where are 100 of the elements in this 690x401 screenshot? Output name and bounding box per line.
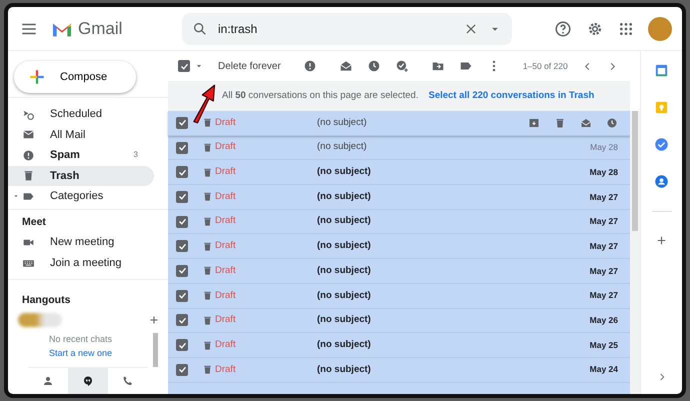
row-checkbox[interactable] — [176, 190, 188, 203]
sender-name: Draft — [215, 362, 237, 377]
trash-icon — [202, 265, 213, 276]
select-all-link[interactable]: Select all 220 conversations in Trash — [428, 88, 594, 104]
row-checkbox[interactable] — [176, 166, 188, 178]
check-icon — [178, 192, 186, 202]
row-checkbox[interactable] — [176, 339, 188, 352]
message-row[interactable]: Draft (no subject) May 26 — [168, 308, 630, 334]
start-chat-link[interactable]: Start a new one — [48, 348, 112, 358]
calendar-icon[interactable] — [654, 63, 669, 78]
row-checkbox[interactable] — [176, 314, 188, 326]
open-envelope-icon[interactable] — [338, 59, 353, 73]
message-row[interactable]: Draft (no subject) May 27 — [168, 185, 630, 210]
checkmark-circle-icon[interactable] — [654, 137, 669, 152]
sidebar-item[interactable]: Scheduled — [8, 104, 154, 124]
trash-icon — [202, 364, 213, 376]
sidebar-item[interactable]: All Mail — [8, 124, 154, 145]
sidebar-item[interactable]: Trash — [8, 166, 154, 186]
trash-icon — [22, 169, 35, 182]
check-icon — [178, 168, 186, 177]
apps-grid-icon[interactable] — [618, 20, 634, 36]
row-checkbox[interactable] — [176, 364, 188, 376]
trash-icon — [202, 216, 213, 228]
row-checkbox[interactable] — [176, 290, 188, 302]
subject-text: (no subject) — [317, 214, 371, 228]
archive-icon[interactable] — [528, 116, 540, 129]
trash-icon — [202, 142, 213, 154]
message-row[interactable]: Draft (no subject) May 25 — [168, 333, 630, 358]
message-row[interactable]: Draft (no subject) May 27 — [168, 284, 630, 308]
date-text: May 28 — [590, 166, 618, 179]
message-row[interactable]: Draft (no subject) May 28 — [168, 136, 630, 160]
help-icon[interactable] — [554, 20, 572, 38]
section-heading: Meet — [21, 214, 47, 230]
section-heading: Hangouts — [21, 293, 72, 308]
empty-state-text: No recent chats — [48, 333, 114, 346]
trash-icon — [202, 290, 213, 302]
close-icon[interactable] — [464, 22, 478, 36]
check-icon — [178, 340, 186, 350]
phone-icon — [122, 375, 134, 387]
subject-text: (no subject) — [317, 190, 371, 204]
check-icon — [178, 143, 186, 152]
trash-icon — [202, 166, 213, 178]
open-envelope-icon[interactable] — [580, 116, 592, 129]
sidebar-item[interactable]: Categories — [8, 186, 154, 206]
message-row[interactable]: Draft (no subject) May 24 — [168, 358, 630, 383]
plus-icon[interactable] — [148, 314, 160, 326]
sender-name: Draft — [215, 190, 237, 204]
delete-forever-button[interactable]: Delete forever — [218, 58, 281, 74]
subject-text: (no subject) — [317, 288, 371, 303]
search-input[interactable]: in:trash — [218, 20, 454, 38]
message-row[interactable]: Draft (no subject) — [168, 111, 630, 136]
subject-text: (no subject) — [317, 239, 371, 254]
sender-name: Draft — [215, 116, 237, 130]
clock-icon[interactable] — [366, 59, 381, 73]
message-row[interactable]: Draft (no subject) May 28 — [168, 160, 630, 186]
select-all-checkbox[interactable] — [178, 60, 190, 72]
row-checkbox[interactable] — [176, 240, 188, 252]
date-text: May 27 — [590, 240, 618, 253]
trash-icon[interactable] — [554, 116, 566, 129]
exclamation-icon[interactable] — [302, 59, 317, 73]
avatar[interactable] — [648, 16, 672, 40]
sender-name: Draft — [215, 239, 237, 254]
date-text: May 27 — [590, 190, 618, 204]
check-icon — [178, 217, 186, 226]
check-icon — [178, 118, 186, 128]
date-text: May 27 — [590, 264, 618, 278]
row-checkbox[interactable] — [176, 216, 188, 228]
row-checkbox[interactable] — [176, 264, 188, 277]
blurred-contact — [18, 313, 62, 327]
row-checkbox[interactable] — [176, 142, 188, 154]
app-name: Gmail — [78, 18, 122, 40]
pagination-text: 1–50 of 220 — [522, 60, 568, 72]
clock-icon[interactable] — [606, 116, 618, 129]
row-checkbox[interactable] — [176, 116, 188, 129]
search-icon[interactable] — [192, 20, 208, 36]
subject-text: (no subject) — [317, 362, 371, 377]
compose-button[interactable]: Compose — [14, 61, 136, 93]
sender-name: Draft — [215, 338, 237, 352]
person-circle-icon[interactable] — [654, 174, 669, 189]
check-icon — [178, 365, 186, 374]
message-row[interactable]: Draft (no subject) May 27 — [168, 259, 630, 284]
unread-count: 3 — [134, 149, 138, 162]
hangouts-tab[interactable] — [68, 368, 108, 394]
date-text: May 24 — [590, 363, 618, 376]
sidebar-item[interactable]: Join a meeting — [8, 252, 154, 274]
envelope-icon — [22, 128, 35, 142]
plus-icon[interactable] — [655, 234, 668, 247]
add-task-icon[interactable] — [394, 59, 409, 73]
check-icon — [178, 266, 186, 276]
message-row[interactable]: Draft (no subject) May 27 — [168, 210, 630, 234]
trash-icon — [202, 314, 213, 326]
subject-text: (no subject) — [317, 313, 371, 328]
sender-name: Draft — [215, 214, 237, 228]
check-icon — [178, 316, 186, 325]
sidebar-item[interactable]: New meeting — [8, 232, 154, 253]
plus-icon — [28, 68, 46, 86]
message-row[interactable]: Draft (no subject) May 27 — [168, 234, 630, 260]
subject-text: (no subject) — [317, 264, 371, 278]
search-field[interactable]: in:trash — [182, 12, 512, 44]
sidebar-item[interactable]: Spam 3 — [8, 145, 154, 166]
